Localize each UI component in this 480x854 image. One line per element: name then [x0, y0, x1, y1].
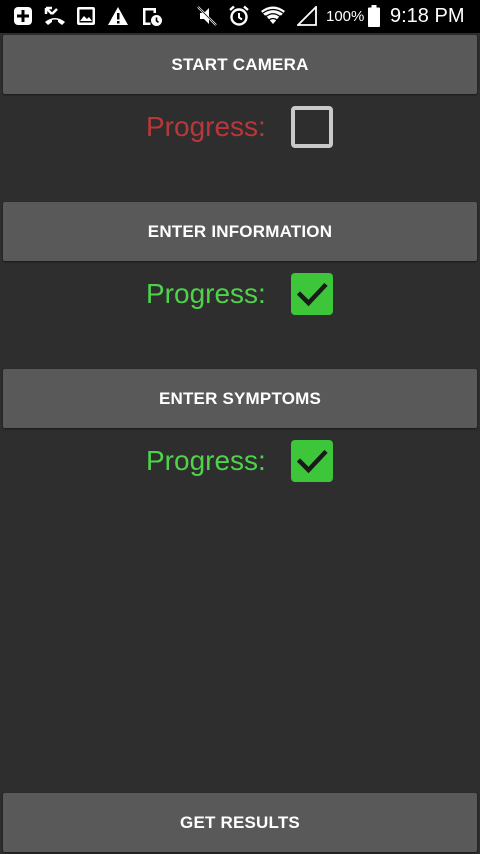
progress-label: Progress: [146, 445, 266, 476]
start-camera-button[interactable]: START CAMERA [3, 35, 477, 94]
status-bar: 100% 9:18 PM [0, 0, 480, 33]
wifi-icon [259, 5, 287, 27]
missed-call-icon [42, 5, 68, 27]
progress-label: Progress: [146, 111, 266, 142]
muted-icon [196, 5, 218, 27]
checkmark-icon [296, 282, 328, 307]
enter-information-button[interactable]: ENTER INFORMATION [3, 202, 477, 261]
progress-label: Progress: [146, 278, 266, 309]
progress-checkbox-checked[interactable] [291, 440, 333, 482]
clock-time: 9:18 PM [390, 5, 465, 27]
battery-percent: 100% [326, 8, 365, 25]
progress-row-symptoms: Progress: [0, 439, 480, 483]
image-icon [76, 5, 96, 27]
battery-icon [367, 5, 381, 27]
get-results-button[interactable]: GET RESULTS [3, 793, 477, 852]
alarm-icon [227, 5, 251, 27]
warning-icon [106, 5, 130, 27]
plus-box-icon [12, 5, 34, 27]
checkmark-icon [296, 449, 328, 474]
schedule-icon [140, 5, 164, 27]
progress-row-camera: Progress: [0, 105, 480, 149]
signal-icon [296, 5, 318, 27]
progress-row-information: Progress: [0, 272, 480, 316]
enter-symptoms-button[interactable]: ENTER SYMPTOMS [3, 369, 477, 428]
progress-checkbox-checked[interactable] [291, 273, 333, 315]
progress-checkbox-unchecked[interactable] [291, 106, 333, 148]
